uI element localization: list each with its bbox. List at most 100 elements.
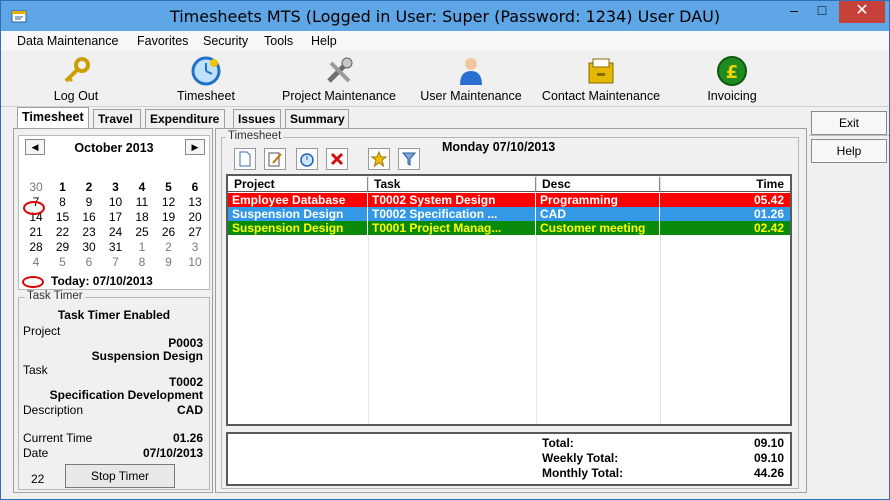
cell-project: Suspension Design <box>228 207 368 221</box>
calendar-day[interactable]: 6 <box>182 180 208 194</box>
menu-tools[interactable]: Tools <box>264 34 293 48</box>
calendar-day[interactable]: 6 <box>76 255 102 269</box>
invoicing-button[interactable]: £ Invoicing <box>699 53 765 105</box>
timesheet-group: Timesheet Monday 07/10/2013 Project Task… <box>221 130 799 489</box>
contact-maintenance-button[interactable]: Contact Maintenance <box>535 53 667 105</box>
calendar-day[interactable]: 7 <box>103 255 129 269</box>
calendar-week: 28 29 30 31 1 2 3 <box>23 240 207 255</box>
calendar-day[interactable]: 2 <box>156 240 182 254</box>
tab-timesheet[interactable]: Timesheet <box>17 107 89 129</box>
favorite-button[interactable] <box>368 148 390 170</box>
help-button[interactable]: Help <box>811 139 887 163</box>
task-code: T0002 <box>168 375 203 389</box>
minimize-button[interactable]: – <box>779 1 809 23</box>
table-row[interactable]: Suspension Design T0002 Specification ...… <box>228 207 790 221</box>
monthly-total-label: Monthly Total: <box>542 466 624 480</box>
calendar-day[interactable]: 27 <box>182 225 208 239</box>
delete-entry-button[interactable] <box>326 148 348 170</box>
date-value: 07/10/2013 <box>142 446 203 460</box>
calendar-day[interactable]: 18 <box>129 210 155 224</box>
maximize-button[interactable]: □ <box>807 1 837 23</box>
new-document-icon <box>239 151 251 167</box>
timesheet-button[interactable]: Timesheet <box>171 53 241 105</box>
calendar-week: 4 5 6 7 8 9 10 <box>23 255 207 270</box>
timer-button[interactable] <box>296 148 318 170</box>
filter-button[interactable] <box>398 148 420 170</box>
calendar-today[interactable]: Today: 07/10/2013 <box>51 274 153 288</box>
calendar-day[interactable]: 29 <box>50 240 76 254</box>
calendar-day[interactable]: 5 <box>50 255 76 269</box>
calendar-day[interactable]: 20 <box>182 210 208 224</box>
calendar-day[interactable]: 3 <box>103 180 129 194</box>
calendar-day[interactable]: 4 <box>23 255 49 269</box>
calendar-day[interactable]: 8 <box>50 195 76 209</box>
user-icon <box>460 58 482 85</box>
calendar-day[interactable]: 13 <box>182 195 208 209</box>
project-maintenance-button[interactable]: Project Maintenance <box>277 53 401 105</box>
calendar-day[interactable]: 5 <box>156 180 182 194</box>
logout-label: Log Out <box>53 89 99 103</box>
menu-data-maintenance[interactable]: Data Maintenance <box>17 34 118 48</box>
column-time[interactable]: Time <box>660 177 790 192</box>
column-task[interactable]: Task <box>368 177 536 192</box>
calendar-day[interactable]: 10 <box>103 195 129 209</box>
calendar-day[interactable]: 9 <box>76 195 102 209</box>
tab-issues[interactable]: Issues <box>233 109 281 129</box>
close-button[interactable]: ✕ <box>839 1 885 23</box>
svg-text:£: £ <box>726 62 739 83</box>
calendar-day[interactable]: 15 <box>50 210 76 224</box>
calendar-day[interactable]: 25 <box>129 225 155 239</box>
key-icon <box>64 57 90 83</box>
calendar-day[interactable]: 3 <box>182 240 208 254</box>
calendar-day[interactable]: 2 <box>76 180 102 194</box>
calendar-day[interactable]: 8 <box>129 255 155 269</box>
tab-travel[interactable]: Travel <box>93 109 141 129</box>
stop-timer-button[interactable]: Stop Timer <box>65 464 175 488</box>
menu-security[interactable]: Security <box>203 34 248 48</box>
logout-button[interactable]: Log Out <box>41 53 111 105</box>
calendar-day[interactable]: 26 <box>156 225 182 239</box>
calendar-day[interactable]: 30 <box>76 240 102 254</box>
menu-favorites[interactable]: Favorites <box>137 34 188 48</box>
calendar-day[interactable]: 23 <box>76 225 102 239</box>
project-maintenance-label: Project Maintenance <box>282 89 396 103</box>
project-name: Suspension Design <box>91 349 203 363</box>
next-month-button[interactable]: ▶ <box>185 139 205 155</box>
cell-time: 05.42 <box>753 193 784 207</box>
column-project[interactable]: Project <box>228 177 368 192</box>
table-row[interactable]: Suspension Design T0001 Project Manag... C… <box>228 221 790 235</box>
calendar-day[interactable]: 12 <box>156 195 182 209</box>
calendar-day[interactable]: 10 <box>182 255 208 269</box>
totals-box: Total: 09.10 Weekly Total: 09.10 Monthly… <box>226 432 792 486</box>
tab-summary[interactable]: Summary <box>285 109 349 129</box>
calendar-day[interactable]: 1 <box>129 240 155 254</box>
timer-status: Task Timer Enabled <box>57 308 171 322</box>
menu-help[interactable]: Help <box>311 34 337 48</box>
calendar-day[interactable]: 19 <box>156 210 182 224</box>
calendar-day[interactable]: 4 <box>129 180 155 194</box>
calendar-day[interactable]: 28 <box>23 240 49 254</box>
new-entry-button[interactable] <box>234 148 256 170</box>
calendar-day[interactable]: 17 <box>103 210 129 224</box>
date-label: Date <box>23 446 49 460</box>
calendar-day[interactable]: 22 <box>50 225 76 239</box>
calendar-day[interactable]: 11 <box>129 195 155 209</box>
calendar-day[interactable]: 21 <box>23 225 49 239</box>
menu-bar: Data Maintenance Favorites Security Tool… <box>1 31 889 51</box>
calendar-day[interactable]: 31 <box>103 240 129 254</box>
calendar-day[interactable]: 16 <box>76 210 102 224</box>
delete-icon <box>330 152 344 166</box>
column-desc[interactable]: Desc <box>536 177 660 192</box>
calendar-day[interactable]: 30 <box>23 180 49 194</box>
calendar-day[interactable]: 1 <box>50 180 76 194</box>
side-separator <box>809 135 889 136</box>
tab-expenditure[interactable]: Expenditure <box>145 109 225 129</box>
tools-icon <box>327 57 353 83</box>
user-maintenance-button[interactable]: User Maintenance <box>415 53 527 105</box>
timesheet-grid: Project Task Desc Time Employee Database… <box>226 174 792 426</box>
edit-entry-button[interactable] <box>264 148 286 170</box>
calendar-day[interactable]: 24 <box>103 225 129 239</box>
calendar-day[interactable]: 9 <box>156 255 182 269</box>
exit-button[interactable]: Exit <box>811 111 887 135</box>
table-row[interactable]: Employee Database T0002 System Design Prog… <box>228 193 790 207</box>
